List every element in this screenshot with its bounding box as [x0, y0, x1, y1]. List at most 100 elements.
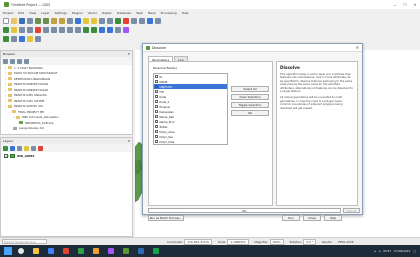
help-button[interactable]: Help [324, 215, 342, 221]
deselect-icon[interactable] [91, 17, 97, 24]
layer-symbol-swatch[interactable] [10, 153, 15, 158]
menu-mesh[interactable]: Mesh [148, 11, 156, 15]
field-checkbox[interactable] [155, 85, 158, 88]
add-selected-layers-icon[interactable] [3, 58, 8, 64]
tray-time[interactable]: 20:57 [383, 249, 391, 253]
browser-tree-item[interactable]: pengembalian.txt [1, 126, 132, 132]
menu-database[interactable]: Database [117, 11, 131, 15]
diagram-icon[interactable] [123, 26, 129, 33]
field-checkbox[interactable] [155, 115, 158, 118]
identify-icon[interactable] [75, 17, 81, 24]
delete-selected-icon[interactable] [35, 26, 41, 33]
manage-themes-icon[interactable] [17, 145, 22, 151]
run-button[interactable]: Run [282, 215, 300, 221]
magnifier-field[interactable]: 100% [269, 238, 284, 245]
refresh-browser-icon[interactable] [10, 58, 15, 64]
open-project-icon[interactable] [11, 17, 17, 24]
add-raster-layer-icon[interactable] [11, 35, 17, 42]
refresh-icon[interactable] [67, 17, 73, 24]
new-project-icon[interactable] [3, 17, 9, 24]
menu-processing[interactable]: Processing [161, 11, 177, 15]
add-wms-layer-icon[interactable] [27, 35, 33, 42]
menu-view[interactable]: View [29, 11, 36, 15]
annotation-icon[interactable] [123, 17, 129, 24]
scale-field[interactable]: 1:1960053 [227, 238, 249, 245]
layer-row[interactable]: IND_ADM4 [1, 152, 132, 159]
locator-search-input[interactable]: Type to locate (Ctrl+K) [2, 239, 47, 244]
menu-layer[interactable]: Layer [41, 11, 49, 15]
zoom-full-icon[interactable] [51, 17, 57, 24]
render-checkbox-label[interactable]: Render [322, 240, 332, 244]
dissolve-field-list[interactable]: ID NAME OBJECTID FID Kode Kode_1 Propinsi Kabup… [153, 73, 228, 145]
field-checkbox[interactable] [155, 100, 158, 103]
pan-icon[interactable] [27, 17, 33, 24]
cut-icon[interactable] [43, 26, 49, 33]
processing-toolbox-icon[interactable] [147, 17, 153, 24]
edit-pencil-icon[interactable] [11, 26, 17, 33]
collapse-all-icon[interactable] [24, 58, 29, 64]
taskbar-app-icon[interactable] [93, 248, 99, 254]
coordinate-field[interactable]: 110.364,-8.279 [184, 238, 212, 245]
redo-icon[interactable] [75, 26, 81, 33]
notification-icon[interactable]: ▢ [413, 249, 416, 253]
menu-help[interactable]: Help [182, 11, 189, 15]
minimize-button[interactable]: — [390, 3, 400, 7]
taskbar-app-icon[interactable] [108, 248, 114, 254]
menu-raster[interactable]: Raster [102, 11, 112, 15]
add-delimited-text-icon[interactable] [19, 35, 25, 42]
new-shapefile-icon[interactable] [35, 35, 41, 42]
close-button[interactable]: Close [303, 215, 321, 221]
taskbar-app-icon[interactable] [48, 248, 54, 254]
field-checkbox[interactable] [155, 105, 158, 108]
filter-browser-icon[interactable] [17, 58, 22, 64]
crs-button[interactable]: EPSG:4326 [338, 240, 353, 244]
close-window-button[interactable]: ✕ [410, 3, 420, 7]
panel-close-icon[interactable]: ✕ [127, 139, 130, 143]
paste-icon[interactable] [59, 26, 65, 33]
remove-layer-icon[interactable] [38, 145, 43, 151]
save-project-icon[interactable] [19, 17, 25, 24]
digitize-icon[interactable] [3, 26, 9, 33]
label-tool-icon[interactable] [83, 26, 89, 33]
panel-close-icon[interactable]: ✕ [127, 52, 130, 56]
add-group-icon[interactable] [10, 145, 15, 151]
zoom-out-icon[interactable] [43, 17, 49, 24]
cancel-button[interactable]: Cancel [343, 208, 360, 213]
change-label-icon[interactable] [115, 26, 121, 33]
measure-icon[interactable] [115, 17, 121, 24]
menu-project[interactable]: Project [3, 11, 13, 15]
add-feature-icon[interactable] [19, 26, 25, 33]
field-checkbox[interactable] [155, 80, 158, 83]
field-checkbox[interactable] [155, 125, 158, 128]
field-checkbox[interactable] [155, 90, 158, 93]
layer-visibility-checkbox[interactable] [4, 153, 8, 158]
vertex-tool-icon[interactable] [27, 26, 33, 33]
field-checkbox[interactable] [155, 120, 158, 123]
rotate-label-icon[interactable] [107, 26, 113, 33]
taskbar-app-icon[interactable] [63, 248, 69, 254]
menu-plugins[interactable]: Plugins [72, 11, 83, 15]
add-vector-layer-icon[interactable] [3, 35, 9, 42]
menu-edit[interactable]: Edit [18, 11, 24, 15]
layer-styling-icon[interactable] [3, 145, 8, 151]
menu-vector[interactable]: Vector [88, 11, 98, 15]
field-checkbox[interactable] [155, 135, 158, 138]
field-checkbox[interactable] [155, 130, 158, 133]
dialog-close-icon[interactable]: ✕ [356, 45, 359, 50]
toggle-selection-button[interactable]: Toggle Selection [231, 102, 269, 108]
label-icon[interactable] [131, 17, 137, 24]
copy-icon[interactable] [51, 26, 57, 33]
taskbar-app-icon[interactable] [123, 248, 129, 254]
undo-icon[interactable] [67, 26, 73, 33]
pin-label-icon[interactable] [91, 26, 97, 33]
filter-legend-icon[interactable] [24, 145, 29, 151]
statistics-icon[interactable] [155, 17, 161, 24]
tray-date[interactable]: 07/04/2021 [394, 249, 410, 253]
taskbar-app-icon[interactable] [138, 248, 144, 254]
run-batch-button[interactable]: Run as Batch Process... [148, 215, 184, 221]
volume-icon[interactable]: ◂ [379, 249, 380, 253]
ok-button[interactable]: OK [231, 110, 269, 116]
wifi-icon[interactable]: ▴ [374, 249, 375, 253]
move-label-icon[interactable] [99, 26, 105, 33]
clear-selection-button[interactable]: Clear Selection [231, 94, 269, 100]
